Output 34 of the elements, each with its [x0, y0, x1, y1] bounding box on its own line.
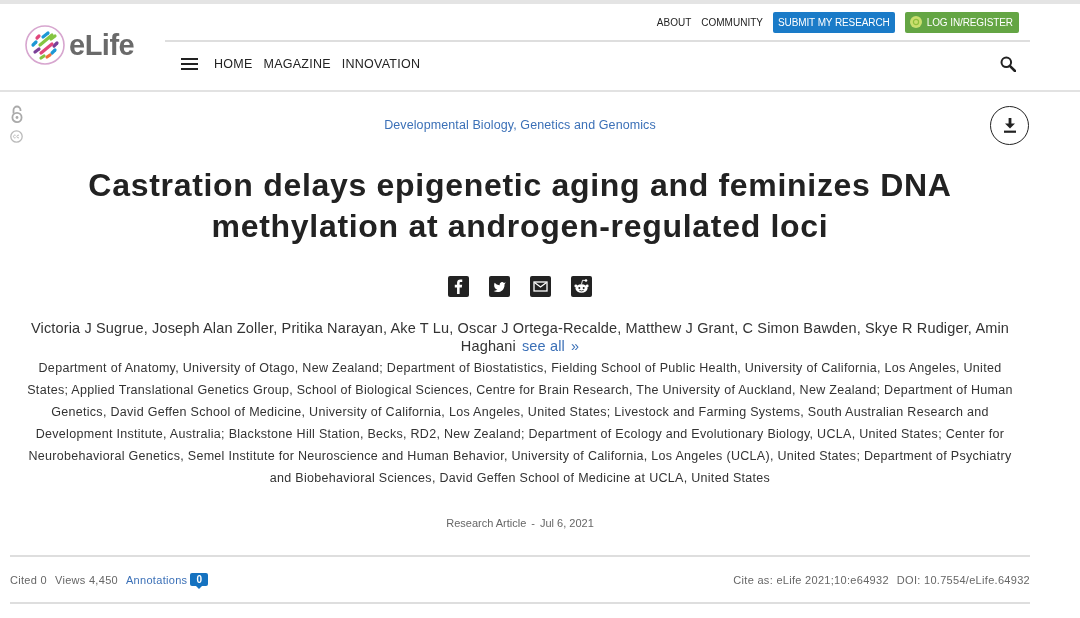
subject-link[interactable]: Developmental Biology, Genetics and Genomics — [384, 118, 656, 132]
publish-date: Jul 6, 2021 — [539, 516, 594, 530]
download-button[interactable] — [990, 105, 1029, 145]
affiliations-text: Department of Anatomy, University of Otago, New Zealand; Department of Biostatistics, Fielding School of Public Health, University of California, Los Angeles, United States; Applied Translational Genetics Group, School of Biological Sciences, Centre for Brain Research, The University of Auckland, New Zealand; Department of Human Genetics, David Geffen School of Medicine, University of California, Los Angeles, United States; Livestock and Farming Systems, South Australian Research and Development Institute, Australia; Blackstone Hill Station, Becks, RD2, New Zealand; Department of Ecology and Evolutionary Biology, UCLA, United States; Center for Neurobehavioral Genetics, Semel Institute for Neuroscience and Human Behavior, University of California, Los Angeles (UCLA), United States; Department of Psychiatry and Biobehavioral Sciences, David Geffen School of Medicine at UCLA, United States — [26, 360, 1014, 487]
license-icon — [10, 130, 23, 143]
nav-link[interactable]: MAGAZINE — [263, 57, 331, 71]
annotation-count-badge[interactable]: 0 — [190, 573, 209, 589]
cite-as-text: Cite as: eLife 2021;10:e64932 — [733, 573, 889, 586]
logo-icon — [25, 25, 65, 65]
cited-count: Cited 0 — [10, 573, 47, 586]
annotations-link[interactable]: Annotations — [126, 573, 188, 586]
search-icon[interactable] — [1000, 56, 1016, 72]
login-button[interactable]: LOG IN/REGISTER — [904, 11, 1019, 33]
doi-text: DOI: 10.7554/eLife.64932 — [896, 573, 1030, 586]
twitter-icon[interactable] — [489, 276, 510, 297]
header-link[interactable]: COMMUNITY — [701, 16, 763, 28]
header-link[interactable]: ABOUT — [656, 16, 692, 28]
email-icon[interactable] — [530, 276, 551, 297]
download-icon — [1002, 117, 1017, 133]
circle-icon — [909, 16, 922, 28]
reddit-icon[interactable] — [571, 276, 592, 297]
see-all-link[interactable]: see all » — [521, 338, 580, 354]
menu-icon[interactable] — [181, 58, 198, 70]
facebook-icon[interactable] — [448, 276, 469, 297]
logo-link[interactable]: eLife — [25, 25, 135, 65]
views-count: Views 4,450 — [54, 573, 118, 586]
nav-link[interactable]: INNOVATION — [341, 57, 421, 71]
article-title: Castration delays epigenetic aging and feminizes DNA methylation at androgen-regulated loci — [87, 166, 953, 246]
article-type: Research Article — [446, 516, 527, 530]
submit-button[interactable]: SUBMIT MY RESEARCH — [772, 11, 895, 33]
author-list: Victoria J Sugrue, Joseph Alan Zoller, Pritika Narayan, Ake T Lu, Oscar J Ortega-Recalde, Matthew J Grant, C Simon Bawden, Skye R Rudiger, Amin Haghani see all » — [10, 319, 1030, 355]
meta-separator: - — [531, 516, 535, 530]
nav-link[interactable]: HOME — [214, 57, 253, 71]
open-lock-icon — [10, 105, 24, 123]
